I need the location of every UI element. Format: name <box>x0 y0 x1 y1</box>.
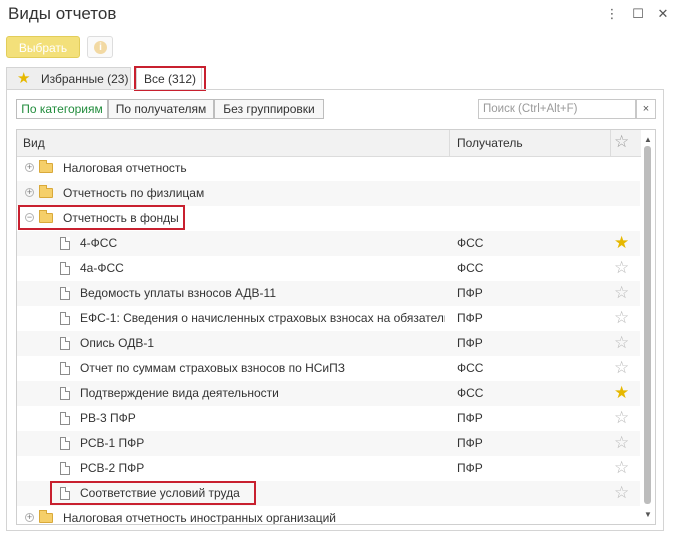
document-icon <box>60 462 70 475</box>
group-by-recipient-button[interactable]: По получателям <box>108 99 214 119</box>
tree-folder-row[interactable]: + Налоговая отчетность иностранных орган… <box>17 506 640 525</box>
report-row[interactable]: РСВ-1 ПФР ПФР ☆ <box>17 431 640 456</box>
folder-label: Отчетность по физлицам <box>63 186 205 200</box>
report-name: Опись ОДВ-1 <box>80 336 154 350</box>
report-row[interactable]: 4-ФСС ФСС ★ <box>17 231 640 256</box>
report-row[interactable]: Соответствие условий труда ☆ <box>17 481 640 506</box>
group-by-category-button[interactable]: По категориям <box>16 99 108 119</box>
report-recipient: ПФР <box>457 436 483 450</box>
report-recipient: ПФР <box>457 336 483 350</box>
close-icon[interactable]: ✕ <box>655 6 671 22</box>
report-recipient: ПФР <box>457 311 483 325</box>
report-recipient: ПФР <box>457 411 483 425</box>
folder-icon <box>39 510 53 523</box>
report-name: ЕФС-1: Сведения о начисленных страховых … <box>80 311 445 325</box>
favorite-star-icon[interactable]: ★ <box>614 383 629 403</box>
report-name: Соответствие условий труда <box>80 486 240 500</box>
expand-icon[interactable]: + <box>25 163 34 172</box>
document-icon <box>60 287 70 300</box>
report-row[interactable]: Подтверждение вида деятельности ФСС ★ <box>17 381 640 406</box>
report-row[interactable]: Опись ОДВ-1 ПФР ☆ <box>17 331 640 356</box>
report-name: Отчет по суммам страховых взносов по НСи… <box>80 361 346 375</box>
favorite-star-icon[interactable]: ☆ <box>614 308 629 328</box>
favorite-star-icon[interactable]: ☆ <box>614 433 629 453</box>
tree-folder-row[interactable]: + Отчетность по физлицам <box>17 181 640 206</box>
search-input[interactable]: Поиск (Ctrl+Alt+F) <box>478 99 636 119</box>
more-menu-icon[interactable]: ⋮ <box>604 6 620 22</box>
document-icon <box>60 362 70 375</box>
report-recipient: ПФР <box>457 461 483 475</box>
favorite-star-icon[interactable]: ☆ <box>614 358 629 378</box>
star-icon: ★ <box>17 70 31 87</box>
expand-icon[interactable]: + <box>25 188 34 197</box>
document-icon <box>60 237 70 250</box>
collapse-icon[interactable]: − <box>25 213 34 222</box>
report-row[interactable]: РСВ-2 ПФР ПФР ☆ <box>17 456 640 481</box>
favorite-star-icon[interactable]: ☆ <box>614 408 629 428</box>
maximize-icon[interactable]: ☐ <box>630 6 646 22</box>
report-recipient: ФСС <box>457 386 484 400</box>
search-clear-button[interactable]: × <box>636 99 656 119</box>
folder-label: Налоговая отчетность <box>63 161 187 175</box>
column-header-favorite-star-icon[interactable]: ☆ <box>614 132 629 152</box>
report-recipient: ФСС <box>457 261 484 275</box>
scroll-down-icon[interactable]: ▼ <box>644 510 652 519</box>
favorite-star-icon[interactable]: ☆ <box>614 333 629 353</box>
tab-favorites-label: Избранные (23) <box>41 72 129 86</box>
document-icon <box>60 412 70 425</box>
document-icon <box>60 312 70 325</box>
window-title: Виды отчетов <box>8 4 117 23</box>
scrollbar-thumb[interactable] <box>644 146 651 504</box>
info-button[interactable]: i <box>87 36 113 58</box>
folder-icon <box>39 185 53 198</box>
report-name: Ведомость уплаты взносов АДВ-11 <box>80 286 277 300</box>
tab-all[interactable]: Все (312) <box>136 67 202 90</box>
no-grouping-button[interactable]: Без группировки <box>214 99 324 119</box>
folder-label: Налоговая отчетность иностранных организ… <box>63 511 336 525</box>
column-header-kind[interactable]: Вид <box>23 136 45 150</box>
report-name: РВ-3 ПФР <box>80 411 136 425</box>
favorite-star-icon[interactable]: ☆ <box>614 458 629 478</box>
folder-open-icon <box>39 210 53 223</box>
report-name: 4а-ФСС <box>80 261 124 275</box>
document-icon <box>60 487 70 500</box>
column-header-recipient[interactable]: Получатель <box>457 136 523 150</box>
folder-icon <box>39 160 53 173</box>
report-row[interactable]: ЕФС-1: Сведения о начисленных страховых … <box>17 306 640 331</box>
report-row[interactable]: Ведомость уплаты взносов АДВ-11 ПФР ☆ <box>17 281 640 306</box>
favorite-star-icon[interactable]: ☆ <box>614 483 629 503</box>
tab-all-label: Все (312) <box>144 72 197 86</box>
report-name: РСВ-2 ПФР <box>80 461 145 475</box>
document-icon <box>60 337 70 350</box>
favorite-star-icon[interactable]: ★ <box>614 233 629 253</box>
report-row[interactable]: 4а-ФСС ФСС ☆ <box>17 256 640 281</box>
report-recipient: ПФР <box>457 286 483 300</box>
scroll-up-icon[interactable]: ▲ <box>644 135 652 144</box>
report-name: РСВ-1 ПФР <box>80 436 145 450</box>
tree-folder-row[interactable]: + Налоговая отчетность <box>17 156 640 181</box>
select-button[interactable]: Выбрать <box>6 36 80 58</box>
reports-table: Вид Получатель ☆ + Налоговая отчетность … <box>16 129 656 525</box>
vertical-scrollbar[interactable]: ▲ ▼ <box>641 130 655 524</box>
document-icon <box>60 387 70 400</box>
info-icon: i <box>94 41 107 54</box>
favorite-star-icon[interactable]: ☆ <box>614 283 629 303</box>
expand-icon[interactable]: + <box>25 513 34 522</box>
favorite-star-icon[interactable]: ☆ <box>614 258 629 278</box>
report-row[interactable]: РВ-3 ПФР ПФР ☆ <box>17 406 640 431</box>
tab-favorites[interactable]: ★ Избранные (23) <box>6 67 131 89</box>
report-row[interactable]: Отчет по суммам страховых взносов по НСи… <box>17 356 640 381</box>
table-header: Вид Получатель ☆ <box>17 130 655 157</box>
report-recipient: ФСС <box>457 361 484 375</box>
folder-label: Отчетность в фонды <box>63 211 179 225</box>
report-name: 4-ФСС <box>80 236 118 250</box>
document-icon <box>60 262 70 275</box>
tree-folder-row[interactable]: − Отчетность в фонды <box>17 206 640 231</box>
document-icon <box>60 437 70 450</box>
report-recipient: ФСС <box>457 236 484 250</box>
report-name: Подтверждение вида деятельности <box>80 386 279 400</box>
